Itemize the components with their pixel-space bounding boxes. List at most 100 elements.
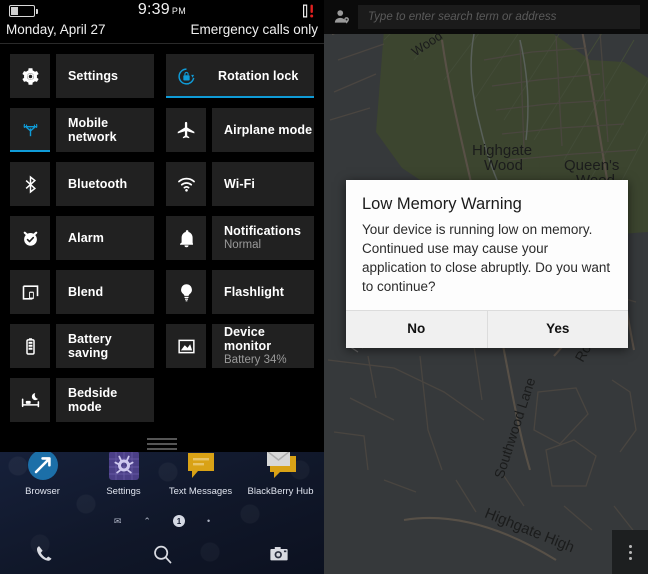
tile-active-underline xyxy=(166,96,314,98)
tile-flashlight[interactable]: Flashlight xyxy=(166,270,314,314)
tile-label: Mobile network xyxy=(68,116,117,144)
quick-settings-pane: 9:39 PM Monday, April 27 Emergency calls … xyxy=(0,0,324,574)
tile-airplane-mode[interactable]: Airplane mode xyxy=(166,108,314,152)
date-label: Monday, April 27 xyxy=(6,22,106,37)
rotation-lock-icon xyxy=(166,54,206,98)
tile-label: Alarm xyxy=(68,231,104,245)
tile-label: Notifications xyxy=(224,224,301,238)
dialog-title: Low Memory Warning xyxy=(362,195,522,213)
blend-icon xyxy=(10,270,50,314)
tile-device-monitor[interactable]: Device monitor Battery 34% xyxy=(166,324,314,368)
tile-label-box: Bluetooth xyxy=(56,162,154,206)
blackberry-hub-icon xyxy=(264,452,298,484)
map-search-bar: Type to enter search term or address xyxy=(324,0,648,34)
tile-label-box: Blend xyxy=(56,270,154,314)
mobile-network-icon xyxy=(10,108,50,152)
gear-icon xyxy=(10,54,50,98)
carrier-label: Emergency calls only xyxy=(190,22,318,37)
search-button[interactable] xyxy=(142,538,182,570)
tile-label-box: Device monitor Battery 34% xyxy=(212,324,314,368)
tile-label: Airplane mode xyxy=(224,123,313,137)
tile-settings[interactable]: Settings xyxy=(10,54,154,98)
tile-label-box: Airplane mode xyxy=(212,108,314,152)
home-indicator[interactable]: ⌃ xyxy=(143,516,151,527)
camera-button[interactable] xyxy=(259,538,299,570)
app-dock: Browser Settings Text Messages BlackBerr… xyxy=(0,452,324,502)
date-bar: Monday, April 27 Emergency calls only xyxy=(0,22,324,43)
dot-indicator[interactable]: • xyxy=(207,516,210,526)
status-divider xyxy=(0,43,324,44)
tile-label: Device monitor xyxy=(224,325,272,353)
dialog-button-row: No Yes xyxy=(346,310,628,348)
phone-button[interactable] xyxy=(24,538,64,570)
tile-sublabel: Normal xyxy=(224,239,262,251)
alarm-clock-icon xyxy=(10,216,50,260)
app-blackberry-hub[interactable]: BlackBerry Hub xyxy=(240,452,321,497)
tile-label: Battery saving xyxy=(68,332,112,360)
app-text-messages[interactable]: Text Messages xyxy=(160,452,241,497)
tile-row: Mobile network Airplane mode xyxy=(0,104,324,158)
tile-label: Rotation lock xyxy=(218,69,299,83)
quick-settings-grid: Settings Rotation lock Mobile network Ai… xyxy=(0,50,324,428)
app-label: BlackBerry Hub xyxy=(247,486,314,497)
overflow-menu-icon xyxy=(628,556,632,560)
settings-app-icon xyxy=(107,452,141,484)
tile-label-box: Alarm xyxy=(56,216,154,260)
envelope-indicator[interactable]: ✉ xyxy=(114,516,122,527)
tile-label-box: Battery saving xyxy=(56,324,154,368)
status-time-value: 9:39 xyxy=(137,1,170,18)
status-time: 9:39 PM xyxy=(0,1,324,19)
panel-drag-handle[interactable] xyxy=(0,438,324,452)
tile-bedside-mode[interactable]: Bedside mode xyxy=(10,378,154,422)
battery-saving-icon xyxy=(10,324,50,368)
tile-label: Flashlight xyxy=(224,285,285,299)
tile-label-box: Wi-Fi xyxy=(212,162,314,206)
screen-root: 9:39 PM Monday, April 27 Emergency calls … xyxy=(0,0,648,574)
map-search-placeholder: Type to enter search term or address xyxy=(368,11,557,23)
tile-notifications[interactable]: Notifications Normal xyxy=(166,216,314,260)
text-messages-icon xyxy=(184,452,218,484)
tile-alarm[interactable]: Alarm xyxy=(10,216,154,260)
tile-label-box: Settings xyxy=(56,54,154,98)
homescreen-underlay: Browser Settings Text Messages BlackBerr… xyxy=(0,452,324,574)
dialog-yes-button[interactable]: Yes xyxy=(486,311,629,348)
phone-icon xyxy=(36,546,52,561)
bottom-nav-bar xyxy=(0,534,324,574)
tile-active-underline xyxy=(10,150,50,152)
overflow-menu-button[interactable] xyxy=(612,530,648,574)
tile-mobile-network[interactable]: Mobile network xyxy=(10,108,154,152)
dialog-no-button[interactable]: No xyxy=(346,311,487,348)
browser-icon xyxy=(26,452,60,484)
lightbulb-icon xyxy=(166,270,206,314)
tile-label-box: Flashlight xyxy=(212,270,314,314)
tile-row: Settings Rotation lock xyxy=(0,50,324,104)
page-one-indicator[interactable]: 1 xyxy=(172,515,185,527)
low-memory-dialog: Low Memory Warning Your device is runnin… xyxy=(346,180,628,348)
tile-label-box: Bedside mode xyxy=(56,378,154,422)
contact-pin-icon[interactable] xyxy=(324,0,358,34)
page-indicator-row: ✉ ⌃ 1 • xyxy=(0,514,324,528)
app-settings[interactable]: Settings xyxy=(83,452,164,497)
tile-label: Wi-Fi xyxy=(224,177,255,191)
overflow-menu-icon xyxy=(628,544,632,548)
tile-label-box: Notifications Normal xyxy=(212,216,314,260)
dialog-message: Your device is running low on memory. Co… xyxy=(362,222,611,294)
tile-label-box: Rotation lock xyxy=(206,54,314,98)
map-pane: Wood Highgate Wood Queen's Wood Road Sou… xyxy=(324,0,648,574)
tile-row: Battery saving Device monitor Battery 34… xyxy=(0,320,324,374)
app-label: Text Messages xyxy=(168,486,233,497)
tile-bluetooth[interactable]: Bluetooth xyxy=(10,162,154,206)
status-time-ampm: PM xyxy=(171,6,187,16)
app-label: Browser xyxy=(25,486,60,497)
tile-row: Alarm Notifications Normal xyxy=(0,212,324,266)
tile-battery-saving[interactable]: Battery saving xyxy=(10,324,154,368)
tile-wifi[interactable]: Wi-Fi xyxy=(166,162,314,206)
map-search-input[interactable]: Type to enter search term or address xyxy=(358,5,640,29)
app-browser[interactable]: Browser xyxy=(2,452,83,497)
emergency-call-icon xyxy=(300,3,316,19)
tile-rotation-lock[interactable]: Rotation lock xyxy=(166,54,314,98)
bell-icon xyxy=(166,216,206,260)
app-label: Settings xyxy=(106,486,141,497)
tile-blend[interactable]: Blend xyxy=(10,270,154,314)
tile-row: Blend Flashlight xyxy=(0,266,324,320)
